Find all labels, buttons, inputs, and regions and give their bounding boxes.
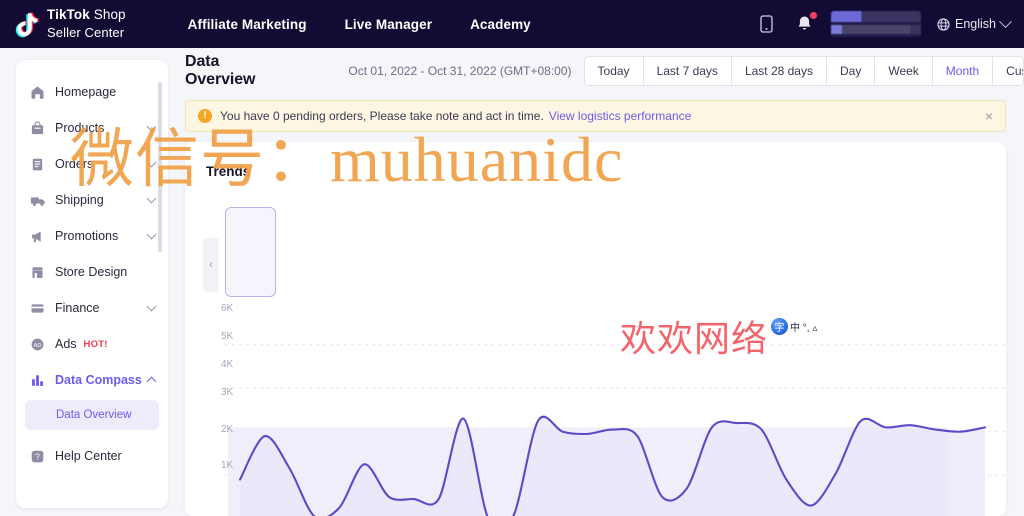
mobile-phone-icon[interactable] — [755, 13, 777, 35]
sidebar-sub-label: Data Overview — [56, 409, 132, 421]
chevron-down-icon — [146, 193, 157, 204]
sidebar-item-finance[interactable]: Finance — [16, 290, 168, 326]
main-content: Data Overview Oct 01, 2022 - Oct 31, 202… — [185, 48, 1024, 516]
svg-text:?: ? — [35, 451, 40, 461]
bar-chart-icon — [29, 373, 46, 388]
close-icon[interactable]: × — [985, 109, 993, 123]
bag-icon — [29, 120, 46, 136]
y-tick-label: 1K — [221, 460, 234, 471]
trends-card: Trends ‹ 6K 5K 4K 3K 2K 1K — [185, 142, 1006, 516]
sidebar-item-data-overview[interactable]: Data Overview — [25, 400, 159, 430]
chevron-down-icon — [146, 121, 157, 132]
sidebar-label: Finance — [55, 301, 100, 315]
sidebar-scrollbar-track[interactable] — [158, 70, 165, 498]
ads-icon: AD — [29, 337, 46, 352]
trends-chart — [185, 330, 1006, 516]
avatar[interactable] — [831, 11, 921, 37]
sidebar-item-ads[interactable]: AD Ads HOT! — [16, 326, 168, 362]
brand-line-1: TikTok Shop — [47, 7, 126, 23]
y-tick-label: 6K — [221, 303, 234, 314]
list-icon — [29, 157, 46, 172]
chevron-up-icon — [146, 376, 157, 386]
language-selector[interactable]: English — [937, 14, 1012, 31]
sidebar-label: Ads — [55, 337, 77, 351]
svg-text:AD: AD — [34, 342, 42, 348]
sidebar-item-orders[interactable]: Orders — [16, 146, 168, 182]
nav-academy[interactable]: Academy — [470, 17, 531, 32]
sidebar-label: Orders — [55, 157, 94, 171]
sidebar: Homepage Products Orders Shipping Promot… — [16, 60, 168, 508]
page-header: Data Overview Oct 01, 2022 - Oct 31, 202… — [185, 48, 1024, 94]
sidebar-item-store-design[interactable]: Store Design — [16, 254, 168, 290]
sidebar-item-products[interactable]: Products — [16, 110, 168, 146]
chevron-down-icon — [999, 14, 1012, 28]
sidebar-scrollbar-thumb[interactable] — [158, 82, 162, 252]
top-nav: Affiliate Marketing Live Manager Academy — [188, 17, 531, 32]
sidebar-label: Store Design — [55, 265, 128, 279]
metric-card-selected[interactable] — [225, 207, 276, 297]
y-tick-label: 4K — [221, 359, 234, 370]
megaphone-icon — [29, 229, 46, 244]
y-tick-label: 2K — [221, 424, 234, 435]
sidebar-item-data-compass[interactable]: Data Compass — [16, 362, 168, 398]
chevron-down-icon — [146, 157, 157, 168]
range-month[interactable]: Month — [932, 57, 994, 85]
sidebar-item-homepage[interactable]: Homepage — [16, 74, 168, 110]
sidebar-label: Shipping — [55, 193, 104, 207]
sidebar-item-help-center[interactable]: ? Help Center — [16, 438, 168, 474]
range-today[interactable]: Today — [584, 57, 644, 85]
sidebar-item-shipping[interactable]: Shipping — [16, 182, 168, 218]
view-logistics-performance-link[interactable]: View logistics performance — [549, 109, 692, 123]
truck-icon — [29, 193, 46, 208]
tiktok-note-icon — [14, 10, 40, 38]
page-title: Data Overview — [185, 53, 256, 88]
sidebar-label: Help Center — [55, 449, 122, 463]
brand-logo[interactable]: TikTok Shop Seller Center — [14, 6, 126, 42]
date-range-segmented-control: Today Last 7 days Last 28 days Day Week … — [583, 56, 1024, 86]
home-icon — [29, 85, 46, 100]
banner-text: You have 0 pending orders, Please take n… — [220, 109, 544, 123]
store-icon — [29, 265, 46, 280]
sidebar-label: Data Compass — [55, 373, 142, 387]
hot-badge: HOT! — [83, 338, 108, 350]
notification-badge — [810, 12, 817, 19]
language-label: English — [955, 17, 996, 31]
range-last-28-days[interactable]: Last 28 days — [731, 57, 827, 85]
chevron-down-icon — [146, 301, 157, 312]
globe-icon — [937, 17, 950, 31]
chevron-left-icon[interactable]: ‹ — [203, 238, 219, 292]
warning-icon: ! — [198, 109, 212, 123]
y-tick-label: 5K — [221, 331, 234, 342]
help-icon: ? — [29, 449, 46, 464]
brand-line-2: Seller Center — [47, 25, 125, 40]
pending-orders-banner: ! You have 0 pending orders, Please take… — [185, 100, 1006, 132]
sidebar-label: Promotions — [55, 229, 119, 243]
sidebar-label: Products — [55, 121, 105, 135]
card-icon — [29, 301, 46, 316]
range-last-7-days[interactable]: Last 7 days — [643, 57, 732, 85]
date-range-label: Oct 01, 2022 - Oct 31, 2022 (GMT+08:00) — [348, 64, 572, 78]
sidebar-label: Homepage — [55, 85, 117, 99]
bell-icon[interactable] — [793, 12, 817, 35]
range-custom[interactable]: Custom — [993, 57, 1023, 85]
trends-title: Trends — [206, 164, 251, 179]
header-actions: English — [755, 11, 1012, 37]
chevron-down-icon — [146, 229, 157, 240]
top-header: TikTok Shop Seller Center Affiliate Mark… — [0, 0, 1024, 48]
y-tick-label: 3K — [221, 387, 234, 398]
range-day[interactable]: Day — [826, 57, 876, 85]
nav-affiliate-marketing[interactable]: Affiliate Marketing — [188, 17, 307, 32]
range-week[interactable]: Week — [875, 57, 933, 85]
chart-svg — [225, 344, 1006, 516]
sidebar-item-promotions[interactable]: Promotions — [16, 218, 168, 254]
nav-live-manager[interactable]: Live Manager — [345, 17, 432, 32]
